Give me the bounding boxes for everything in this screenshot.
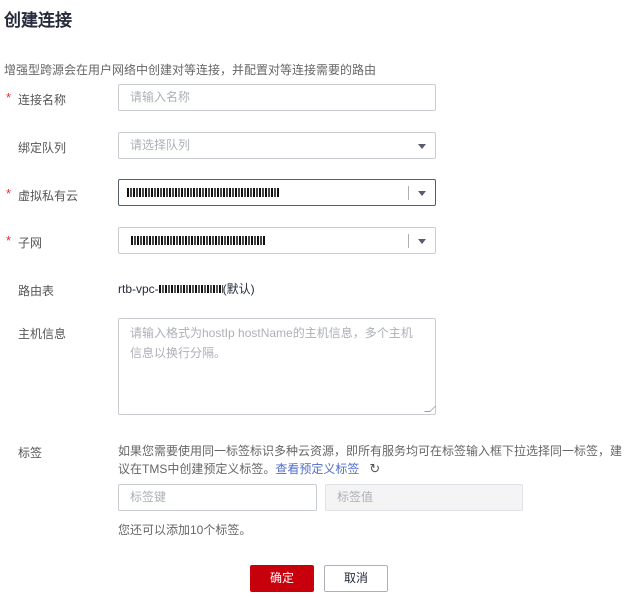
vpc-label: 虚拟私有云 — [18, 189, 79, 203]
page-description: 增强型跨源会在用户网络中创建对等连接，并配置对等连接需要的路由 — [4, 63, 377, 77]
host-textarea[interactable]: 请输入格式为hostIp hostName的主机信息，多个主机信息以换行分隔。 — [118, 318, 436, 415]
tag-key-input[interactable]: 标签键 — [118, 484, 317, 511]
name-label: 连接名称 — [18, 93, 67, 107]
cancel-button[interactable]: 取消 — [324, 565, 388, 592]
vpc-select[interactable] — [118, 179, 436, 206]
subnet-select[interactable] — [118, 227, 436, 254]
refresh-icon[interactable]: ↻ — [369, 461, 380, 476]
resize-handle-icon[interactable] — [424, 406, 436, 412]
required-mark: * — [6, 90, 12, 105]
chevron-down-icon — [418, 191, 426, 196]
queue-select[interactable]: 请选择队列 — [118, 132, 436, 159]
masked-value — [127, 188, 280, 197]
tags-hint: 如果您需要使用同一标签标识多种云资源，即所有服务均可在标签输入框下拉选择同一标签… — [118, 444, 623, 476]
chevron-down-icon — [418, 144, 426, 149]
queue-label: 绑定队列 — [18, 141, 67, 155]
route-label: 路由表 — [18, 284, 55, 298]
queue-placeholder: 请选择队列 — [130, 138, 191, 152]
divider — [408, 234, 409, 248]
tags-label: 标签 — [18, 446, 43, 460]
subnet-label: 子网 — [18, 236, 43, 250]
route-value: rtb-vpc- (默认) — [118, 282, 255, 296]
tag-value-input[interactable]: 标签值 — [325, 484, 523, 511]
view-predefined-tags-link[interactable]: 查看预定义标签 — [275, 462, 359, 476]
divider — [408, 186, 409, 200]
required-mark: * — [6, 186, 12, 201]
chevron-down-icon — [418, 239, 426, 244]
confirm-button[interactable]: 确定 — [250, 565, 314, 592]
required-mark: * — [6, 233, 12, 248]
masked-value — [131, 236, 265, 245]
tags-note: 您还可以添加10个标签。 — [118, 523, 252, 537]
host-label: 主机信息 — [18, 327, 67, 341]
page-title: 创建连接 — [4, 11, 72, 30]
name-input[interactable]: 请输入名称 — [118, 84, 436, 111]
